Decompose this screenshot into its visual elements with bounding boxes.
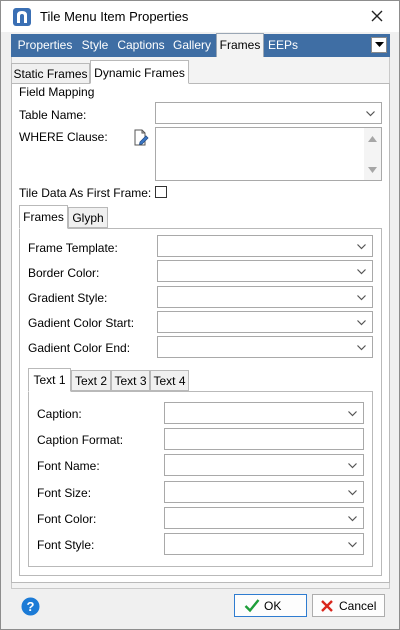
app-icon <box>13 8 31 26</box>
field-mapping-group-label: Field Mapping <box>19 85 95 99</box>
chevron-down-icon <box>348 463 357 469</box>
chevron-down-icon <box>366 111 375 117</box>
gradient-color-end-combo[interactable] <box>157 336 373 358</box>
tab-inner-frames[interactable]: Frames <box>19 205 68 229</box>
chevron-down-icon <box>357 345 366 351</box>
caret-down-icon <box>375 42 384 47</box>
chevron-down-icon <box>348 516 357 522</box>
font-style-label: Font Style: <box>37 538 95 552</box>
font-size-label: Font Size: <box>37 486 92 500</box>
help-icon[interactable]: ? <box>21 597 40 616</box>
chevron-down-icon <box>357 295 366 301</box>
svg-text:?: ? <box>27 599 35 614</box>
tab-text-4[interactable]: Text 4 <box>150 370 189 391</box>
where-clause-label: WHERE Clause: <box>19 130 108 144</box>
gradient-color-start-combo[interactable] <box>157 311 373 333</box>
title-bar: Tile Menu Item Properties <box>1 1 399 32</box>
border-color-combo[interactable] <box>157 260 373 282</box>
caption-label: Caption: <box>37 407 82 421</box>
cancel-button[interactable]: Cancel <box>312 594 385 617</box>
border-color-label: Border Color: <box>28 266 100 280</box>
tab-frames[interactable]: Frames <box>216 33 264 57</box>
tab-glyph[interactable]: Glyph <box>68 207 108 228</box>
font-color-combo[interactable] <box>164 507 364 529</box>
tab-properties[interactable]: Properties <box>15 34 75 57</box>
frame-template-combo[interactable] <box>157 235 373 257</box>
main-tab-strip: Properties Style Captions Gallery Frames… <box>11 33 390 57</box>
chevron-down-icon <box>357 269 366 275</box>
table-name-combo[interactable] <box>155 102 382 124</box>
caption-format-label: Caption Format: <box>37 433 124 447</box>
tile-data-checkbox[interactable] <box>155 186 167 198</box>
tab-style[interactable]: Style <box>79 34 111 57</box>
tab-captions[interactable]: Captions <box>115 34 167 57</box>
gradient-color-start-label: Gadient Color Start: <box>28 316 135 330</box>
tab-overflow-button[interactable] <box>371 37 387 53</box>
tab-static-frames[interactable]: Static Frames <box>11 63 90 84</box>
frame-template-label: Frame Template: <box>28 241 118 255</box>
chevron-down-icon <box>357 320 366 326</box>
tab-text-1[interactable]: Text 1 <box>28 368 71 392</box>
cancel-x-icon <box>321 600 333 612</box>
dialog-window: Tile Menu Item Properties Properties Sty… <box>0 0 400 630</box>
where-clause-textarea[interactable] <box>155 127 382 181</box>
caption-format-input[interactable] <box>164 428 364 450</box>
chevron-down-icon <box>348 490 357 496</box>
tab-text-2[interactable]: Text 2 <box>71 370 111 391</box>
tab-dynamic-frames[interactable]: Dynamic Frames <box>90 60 189 84</box>
tab-eeps[interactable]: EEPs <box>266 34 300 57</box>
gradient-style-combo[interactable] <box>157 286 373 308</box>
scroll-up-icon[interactable] <box>368 136 377 142</box>
chevron-down-icon <box>357 244 366 250</box>
tab-gallery[interactable]: Gallery <box>171 34 213 57</box>
chevron-down-icon <box>348 411 357 417</box>
font-color-label: Font Color: <box>37 512 97 526</box>
checkmark-icon <box>244 599 260 613</box>
chevron-down-icon <box>348 542 357 548</box>
ok-button[interactable]: OK <box>234 594 307 617</box>
where-clause-scrollbar[interactable] <box>364 128 381 180</box>
caption-combo[interactable] <box>164 402 364 424</box>
cancel-label: Cancel <box>339 599 377 613</box>
font-style-combo[interactable] <box>164 533 364 555</box>
font-name-label: Font Name: <box>37 459 100 473</box>
table-name-label: Table Name: <box>19 108 87 122</box>
scroll-down-icon[interactable] <box>368 167 377 173</box>
font-name-combo[interactable] <box>164 454 364 476</box>
gradient-style-label: Gradient Style: <box>28 291 108 305</box>
window-title: Tile Menu Item Properties <box>40 9 189 24</box>
font-size-combo[interactable] <box>164 481 364 503</box>
tile-data-label: Tile Data As First Frame: <box>19 186 152 200</box>
ok-label: OK <box>264 599 282 613</box>
edit-document-icon[interactable] <box>133 129 149 147</box>
tab-text-3[interactable]: Text 3 <box>111 370 150 391</box>
gradient-color-end-label: Gadient Color End: <box>28 341 131 355</box>
close-icon[interactable] <box>367 6 387 26</box>
